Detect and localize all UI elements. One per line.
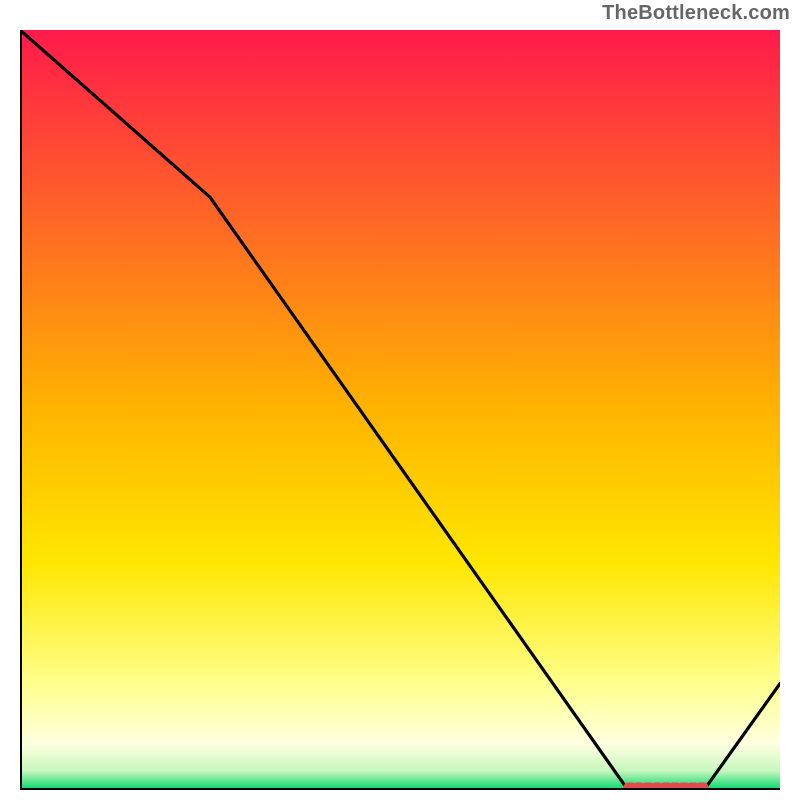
chart-svg	[20, 30, 780, 790]
attribution-label: TheBottleneck.com	[602, 2, 790, 25]
chart-stage: TheBottleneck.com	[0, 0, 800, 800]
plot-area	[20, 30, 780, 790]
gradient-background	[20, 30, 780, 790]
